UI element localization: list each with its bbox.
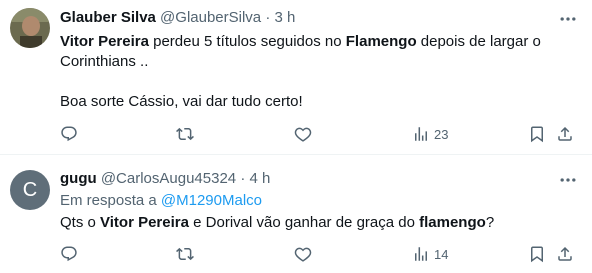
mention-link[interactable]: @M1290Malco xyxy=(161,192,262,209)
tweet-text: Vitor Pereira perdeu 5 títulos seguidos … xyxy=(60,32,580,112)
avatar-photo xyxy=(10,8,50,48)
text-line: Boa sorte Cássio, vai dar tudo certo! xyxy=(60,93,303,110)
tweet-header: gugu @CarlosAugu45324 · 4 h xyxy=(60,169,270,189)
tweet-text: Qts o Vitor Pereira e Dorival vão ganhar… xyxy=(60,213,580,233)
reply-button[interactable] xyxy=(60,244,78,264)
bookmark-button[interactable] xyxy=(528,124,546,144)
display-name[interactable]: gugu xyxy=(60,170,97,187)
text-segment: Qts o xyxy=(60,214,101,231)
retweet-icon xyxy=(176,247,194,261)
tweet[interactable]: C gugu @CarlosAugu45324 · 4 h Em respost… xyxy=(0,156,592,273)
avatar[interactable] xyxy=(10,8,50,48)
text-segment: ? xyxy=(485,214,495,231)
retweet-button[interactable] xyxy=(176,124,194,144)
replying-to: Em resposta a @M1290Malco xyxy=(60,191,262,211)
like-button[interactable] xyxy=(294,244,312,264)
views-button[interactable]: 23 xyxy=(412,124,448,144)
retweet-icon xyxy=(176,127,194,141)
timestamp[interactable]: 4 h xyxy=(250,170,271,187)
retweet-button[interactable] xyxy=(176,244,194,264)
like-button[interactable] xyxy=(294,124,312,144)
more-icon[interactable] xyxy=(558,9,578,29)
separator: · xyxy=(265,9,271,26)
action-bar: 14 xyxy=(60,244,582,264)
views-button[interactable]: 14 xyxy=(412,244,448,264)
text-segment: perdeu 5 títulos seguidos no xyxy=(148,33,346,50)
user-handle[interactable]: @CarlosAugu45324 xyxy=(101,170,236,187)
view-count: 14 xyxy=(434,246,449,262)
bookmark-button[interactable] xyxy=(528,244,546,264)
views-icon xyxy=(415,247,427,261)
tweet[interactable]: Glauber Silva @GlauberSilva · 3 h Vitor … xyxy=(0,0,592,155)
like-icon xyxy=(294,247,312,262)
action-bar: 23 xyxy=(60,124,582,144)
share-button[interactable] xyxy=(556,244,574,264)
display-name[interactable]: Glauber Silva xyxy=(60,9,156,26)
bookmark-icon xyxy=(531,246,543,263)
text-bold: Vitor Pereira xyxy=(60,33,149,50)
tweet-header: Glauber Silva @GlauberSilva · 3 h xyxy=(60,8,295,28)
more-icon[interactable] xyxy=(558,170,578,190)
text-bold: Vitor Pereira xyxy=(100,214,189,231)
share-button[interactable] xyxy=(556,124,574,144)
user-handle[interactable]: @GlauberSilva xyxy=(160,9,261,26)
replying-prefix: Em resposta a xyxy=(60,192,157,209)
reply-icon xyxy=(61,126,77,142)
view-count: 23 xyxy=(434,126,449,142)
text-segment: e Dorival vão ganhar de graça do xyxy=(188,214,420,231)
avatar[interactable]: C xyxy=(10,170,50,210)
reply-icon xyxy=(61,246,77,262)
text-bold: flamengo xyxy=(419,214,486,231)
separator: · xyxy=(240,170,246,187)
like-icon xyxy=(294,127,312,142)
views-icon xyxy=(415,127,427,141)
bookmark-icon xyxy=(531,126,543,143)
share-icon xyxy=(558,246,572,261)
timestamp[interactable]: 3 h xyxy=(275,9,296,26)
reply-button[interactable] xyxy=(60,124,78,144)
text-bold: Flamengo xyxy=(345,33,417,50)
share-icon xyxy=(558,126,572,141)
